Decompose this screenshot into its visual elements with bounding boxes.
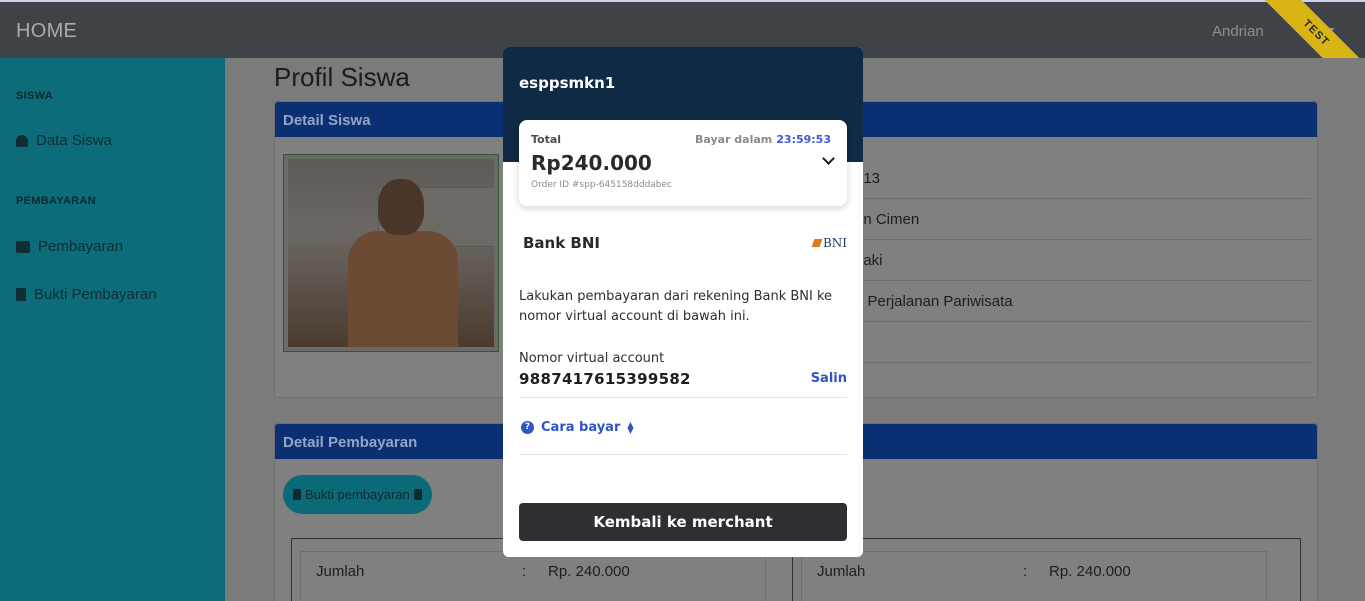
sort-icon: ▲ ▼ <box>627 419 634 435</box>
pay-within: Bayar dalam 23:59:53 <box>694 133 831 146</box>
back-to-merchant-button[interactable]: Kembali ke merchant <box>519 503 847 541</box>
page-title: Profil Siswa <box>274 62 410 92</box>
merchant-name: esppsmkn1 <box>519 74 616 92</box>
sidebar-item-label: Data Siswa <box>36 132 112 149</box>
payment-label: Jumlah <box>316 563 365 580</box>
total-amount: Rp240.000 <box>531 151 652 175</box>
bni-logo-icon: BNI <box>811 236 847 250</box>
divider <box>519 397 847 398</box>
photo-person <box>348 179 458 347</box>
how-to-pay-toggle[interactable]: ? Cara bayar ▲ ▼ <box>521 420 634 435</box>
bank-name: Bank BNI <box>523 234 600 252</box>
detail-row: a Perjalanan Pariwisata <box>855 281 1311 322</box>
payment-modal: esppsmkn1 Total Bayar dalam 23:59:53 Rp24… <box>503 47 863 557</box>
chevron-down-icon[interactable] <box>822 152 835 165</box>
divider <box>519 454 847 455</box>
user-menu[interactable]: Andrian <box>1212 23 1264 40</box>
va-label: Nomor virtual account <box>519 351 665 366</box>
payment-instruction: Lakukan pembayaran dari rekening Bank BN… <box>519 289 833 324</box>
file-icon <box>16 288 26 301</box>
student-photo <box>283 154 499 352</box>
file-icon <box>293 489 301 500</box>
copy-button[interactable]: Salin <box>811 371 847 386</box>
total-summary-card[interactable]: Total Bayar dalam 23:59:53 Rp240.000 Orde… <box>519 120 847 206</box>
money-icon <box>16 240 30 253</box>
payment-value: Rp. 240.000 <box>548 563 630 580</box>
payment-separator: : <box>522 563 527 580</box>
sidebar-heading-siswa: SISWA <box>16 90 53 102</box>
order-id: Order ID #spp-645158dddabec <box>531 180 672 190</box>
home-link[interactable]: HOME <box>16 20 77 43</box>
detail-row: Laki <box>855 240 1311 281</box>
file-download-icon <box>413 489 422 500</box>
payment-value: Rp. 240.000 <box>1049 563 1131 580</box>
total-label: Total <box>531 133 562 146</box>
help-icon: ? <box>521 421 534 434</box>
detail-row: 313 <box>855 158 1311 199</box>
sidebar-item-label: Pembayaran <box>38 238 124 255</box>
bukti-pembayaran-button[interactable]: Bukti pembayaran <box>283 475 432 514</box>
detail-row <box>855 322 1311 363</box>
photo-image <box>288 159 494 347</box>
user-icon <box>16 134 28 147</box>
payment-separator: : <box>1023 563 1028 580</box>
detail-row: an Cimen <box>855 199 1311 240</box>
payment-label: Jumlah <box>817 563 866 580</box>
sidebar-item-bukti-pembayaran[interactable]: Bukti Pembayaran <box>16 286 157 303</box>
sidebar-heading-pembayaran: PEMBAYARAN <box>16 195 96 207</box>
payment-column: Jumlah : Rp. 240.000 <box>792 539 1302 601</box>
countdown-timer: 23:59:53 <box>776 133 831 146</box>
sidebar-item-pembayaran[interactable]: Pembayaran <box>16 238 123 255</box>
sidebar-item-data-siswa[interactable]: Data Siswa <box>16 132 112 149</box>
sidebar-item-label: Bukti Pembayaran <box>34 286 157 303</box>
sidebar: SISWA Data Siswa PEMBAYARAN Pembayaran B… <box>0 58 225 601</box>
va-number: 9887417615399582 <box>519 370 691 388</box>
